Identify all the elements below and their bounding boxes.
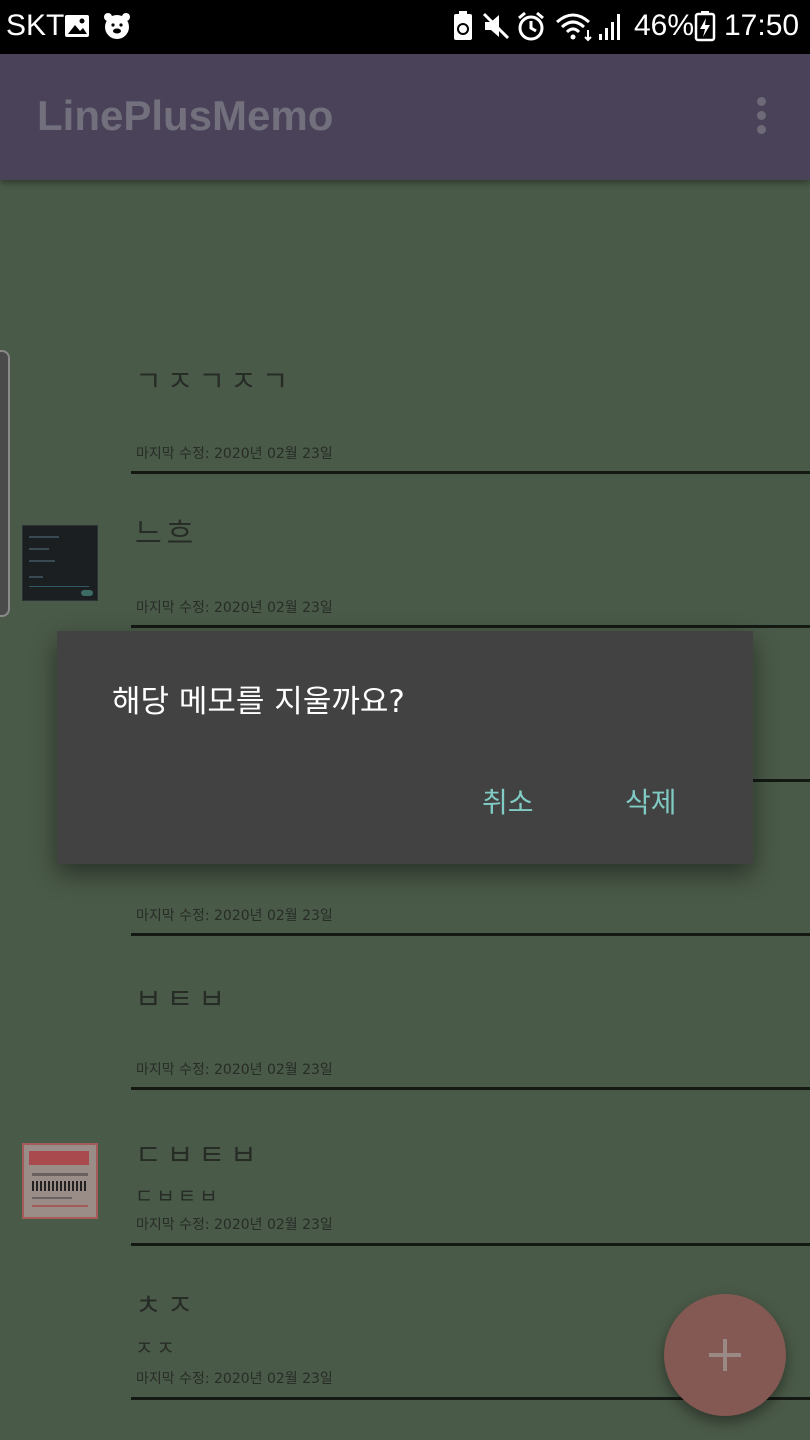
status-bar: SKT 46% 17:50 [0,0,810,54]
memo-divider [131,471,810,474]
signal-icon [599,14,620,40]
alarm-icon [518,11,544,41]
carrier-label: SKT [6,9,65,42]
mute-icon [482,12,510,40]
memo-preview: ㅈㅈ [135,1336,178,1360]
memo-thumbnail [22,1143,98,1219]
battery-saver-icon [454,11,472,40]
memo-date: 마지막 수정: 2020년 02월 23일 [136,908,333,924]
memo-title: ㅂㅌㅂ [135,982,231,1016]
memo-divider [131,625,810,628]
memo-divider [131,1243,810,1246]
app-bar: LinePlusMemo [0,54,810,180]
add-memo-button[interactable] [664,1294,786,1416]
memo-date: 마지막 수정: 2020년 02월 23일 [136,1371,333,1387]
memo-date: 마지막 수정: 2020년 02월 23일 [136,1217,333,1233]
overflow-menu-icon[interactable] [744,94,778,140]
memo-item[interactable]: ㅂㅌㅂ 마지막 수정: 2020년 02월 23일 [0,956,810,1092]
battery-charging-icon [694,11,716,42]
dialog-message: 해당 메모를 지울까요? [112,684,405,720]
memo-date: 마지막 수정: 2020년 02월 23일 [136,600,333,616]
memo-title: ㅊㅈ [135,1288,199,1322]
image-icon [65,15,89,37]
memo-date: 마지막 수정: 2020년 02월 23일 [136,446,333,462]
wifi-icon [556,13,592,42]
memo-title: ㄷㅂㅌㅂ [135,1138,262,1172]
memo-item[interactable]: ㄷㅂㅌㅂ ㄷㅂㅌㅂ 마지막 수정: 2020년 02월 23일 [0,1110,810,1246]
clock: 17:50 [724,9,800,42]
memo-title: ㄱㅈㄱㅈㄱ [135,364,294,398]
memo-thumbnail [22,525,98,601]
delete-button[interactable]: 삭제 [625,781,677,821]
memo-preview: ㄷㅂㅌㅂ [135,1184,221,1208]
delete-confirm-dialog: 해당 메모를 지울까요? 취소 삭제 [57,631,753,864]
memo-item[interactable]: ㄱㅈㄱㅈㄱ 마지막 수정: 2020년 02월 23일 [0,340,810,476]
memo-divider [131,933,810,936]
memo-title: 느흐 [135,516,199,550]
memo-divider [131,1087,810,1090]
memo-item[interactable]: 느흐 마지막 수정: 2020년 02월 23일 [0,494,810,630]
memo-date: 마지막 수정: 2020년 02월 23일 [136,1062,333,1078]
app-title: LinePlusMemo [37,92,334,139]
bear-icon [104,13,130,39]
cancel-button[interactable]: 취소 [482,781,534,821]
battery-percent: 46% [634,9,695,42]
